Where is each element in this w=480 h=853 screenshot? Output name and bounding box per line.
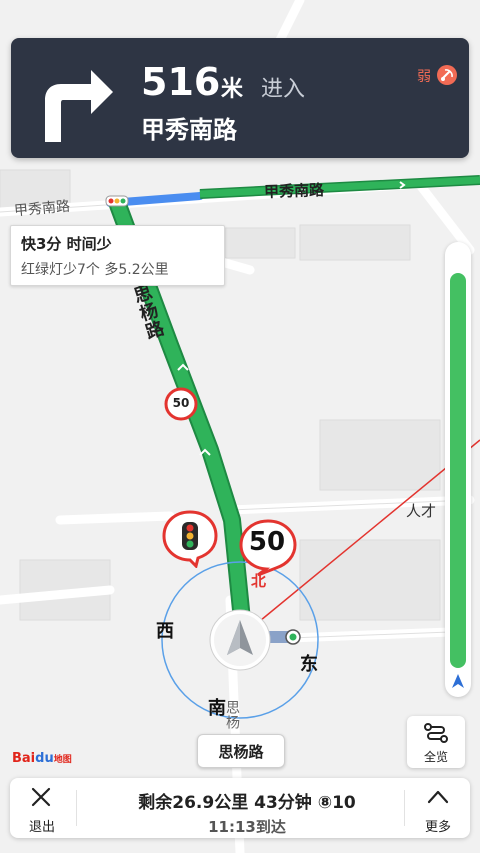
route-progress-fill [450,273,466,668]
divider-left [76,790,77,826]
route-tip-title: 快3分 时间少 [21,235,112,253]
progress-position-icon [452,674,464,688]
nav-action: 进入 [261,77,306,102]
logo-brand-paw: du [35,751,54,766]
poi-marker [268,629,301,645]
navigation-instruction-card[interactable]: 516 米 进入 甲秀南路 弱 [11,38,469,158]
route-progress-bar [445,242,471,697]
traffic-light-callout-icon [162,510,218,568]
current-road-label: 思杨路 [197,734,285,768]
overview-label: 全览 [423,750,448,764]
road-label-jiaxiu-right: 甲秀南路 [263,180,325,202]
traffic-light-small [105,195,129,207]
trip-remaining-summary: 剩余26.9公里 43分钟 ⑧10 [138,793,356,813]
more-button[interactable]: 更多 [406,778,470,838]
turn-right-arrow-icon [45,70,113,142]
chevron-up-icon [427,790,449,804]
current-road-text: 思杨路 [218,743,264,761]
baidu-map-logo: Baidu地图 [12,751,72,766]
logo-sub: 地图 [53,755,72,765]
close-icon [31,787,51,807]
nav-distance: 516 [141,60,221,104]
bottom-summary-bar: 退出 剩余26.9公里 43分钟 ⑧10 11:13到达 更多 [10,778,470,838]
location-arrow-icon [209,609,271,671]
nav-road-name: 甲秀南路 [141,116,237,144]
overview-button[interactable]: 全览 [407,716,465,768]
trip-eta: 11:13到达 [208,818,286,836]
logo-brand: Bai [12,751,36,766]
speed-limit-callout: 50 [236,518,298,576]
nav-distance-unit: 米 [221,77,244,102]
compass-south: 南 [208,698,226,719]
route-comparison-tip[interactable]: 快3分 时间少 红绿灯少7个 多5.2公里 [10,225,225,286]
gps-signal-icon [437,65,457,85]
exit-label: 退出 [28,820,55,835]
gps-signal-label: 弱 [417,69,431,85]
compass-west: 西 [156,621,174,642]
route-tip-subtitle: 红绿灯少7个 多5.2公里 [21,262,169,278]
route-overview-icon [424,723,448,743]
compass-east: 东 [300,654,318,675]
speed-limit-value: 50 [248,527,286,557]
exit-button[interactable]: 退出 [10,778,74,838]
divider-right [404,790,405,826]
speed-limit-small-value: 50 [172,396,190,410]
road-label-rencai: 人才 [406,502,437,520]
more-label: 更多 [424,820,451,835]
